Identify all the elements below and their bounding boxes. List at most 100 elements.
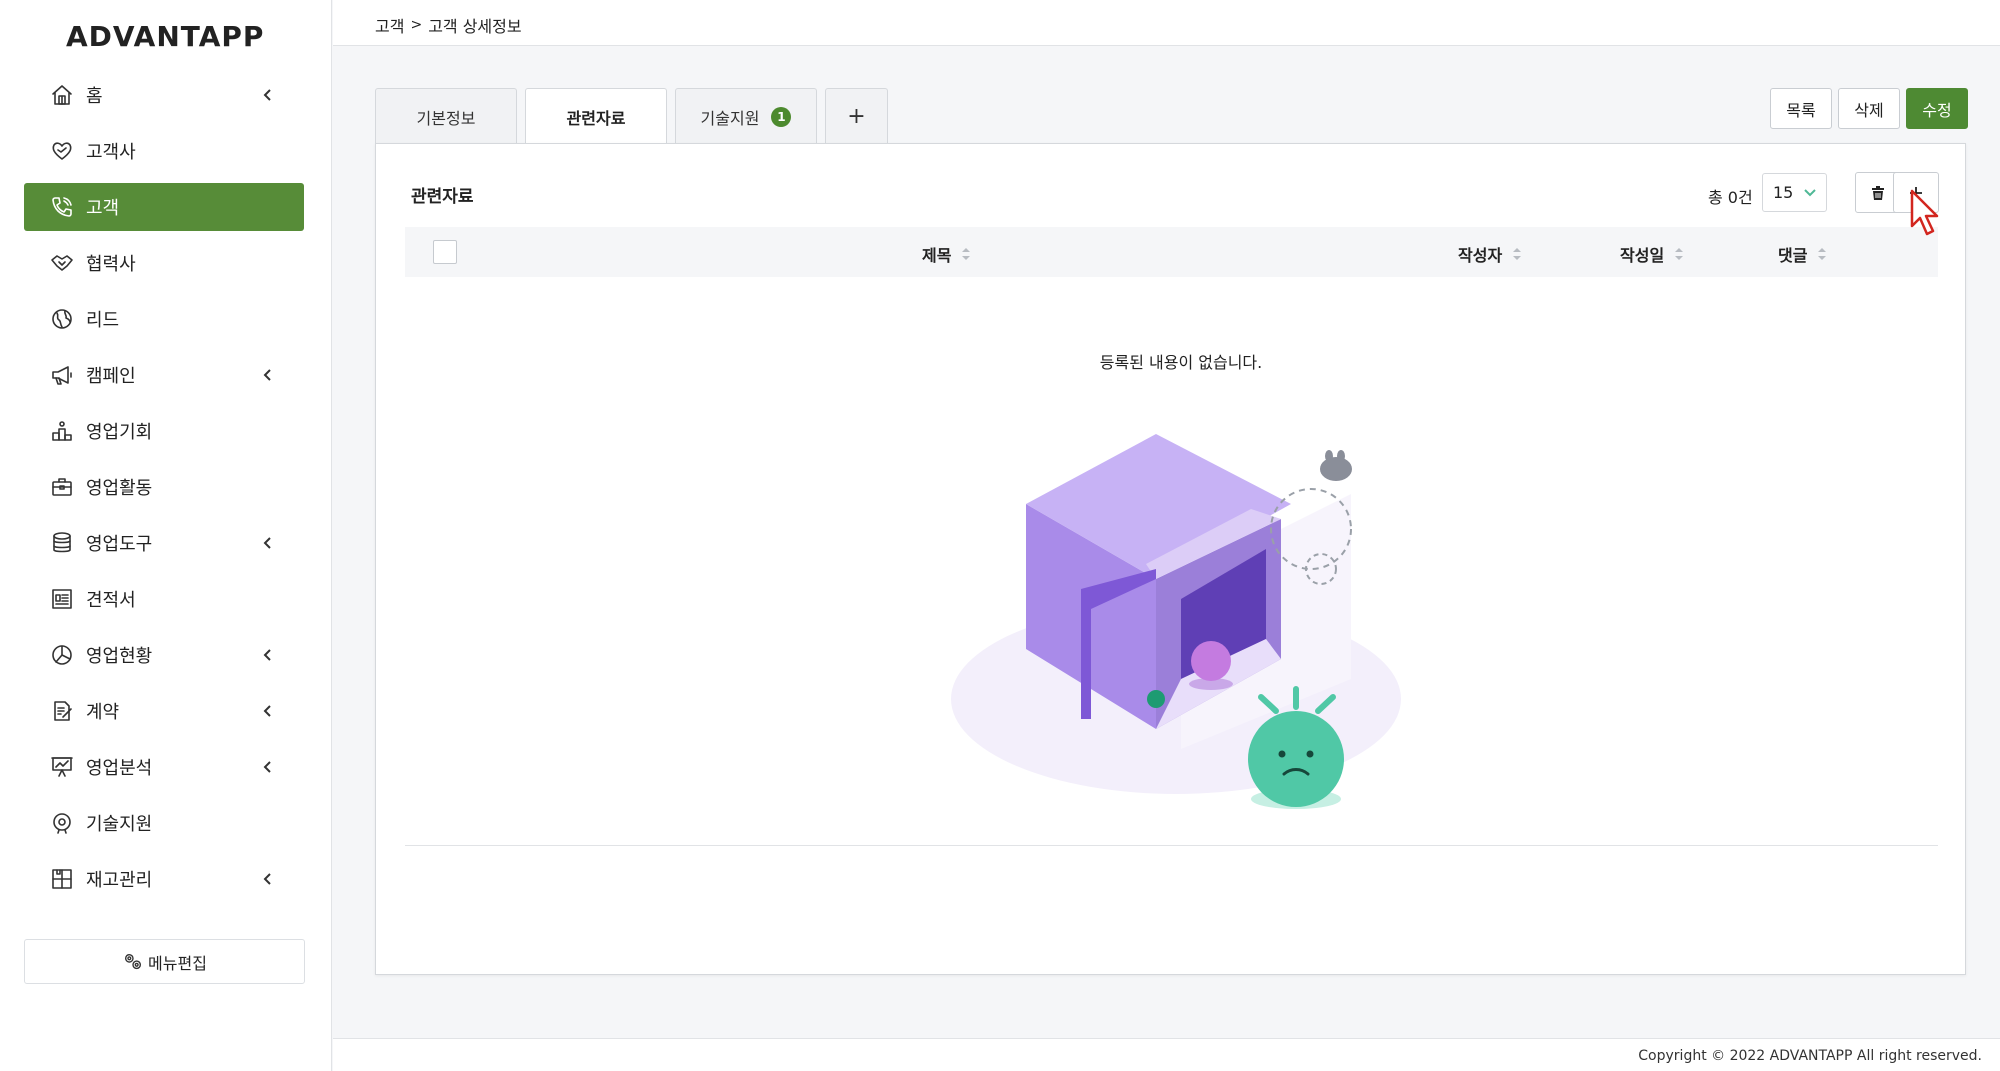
database-icon xyxy=(50,531,74,555)
delete-button[interactable]: 삭제 xyxy=(1838,88,1900,129)
home-icon xyxy=(50,83,74,107)
sidebar-item-sales-status[interactable]: 영업현황 xyxy=(24,631,304,679)
tab-related-data[interactable]: 관련자료 xyxy=(525,88,667,145)
logo[interactable]: ADVANTAPP xyxy=(0,20,332,56)
sidebar-item-label: 영업현황 xyxy=(86,646,153,667)
sidebar-item-sales-activity[interactable]: 영업활동 xyxy=(24,463,304,511)
sidebar-item-label: 기술지원 xyxy=(86,814,153,835)
chevron-left-icon[interactable] xyxy=(260,759,276,775)
sidebar-item-inventory[interactable]: 재고관리 xyxy=(24,855,304,903)
edit-button[interactable]: 수정 xyxy=(1906,88,1968,129)
add-tab-button[interactable]: + xyxy=(825,88,888,144)
chevron-left-icon[interactable] xyxy=(260,703,276,719)
chevron-right-icon: > xyxy=(410,17,423,33)
chevron-down-icon xyxy=(1804,189,1816,197)
sidebar-menu: 홈 고객사 고객 협력사 리드 캠페인 영업기회 영업활동 영업도구 견적서 영… xyxy=(24,71,304,911)
column-header-author[interactable]: 작성자 xyxy=(1458,242,1522,266)
breadcrumb: 고객 > 고객 상세정보 xyxy=(375,13,522,37)
sidebar-item-label: 영업기회 xyxy=(86,422,153,443)
chevron-left-icon[interactable] xyxy=(260,871,276,887)
sidebar-item-label: 영업도구 xyxy=(86,534,153,555)
chevron-left-icon[interactable] xyxy=(260,367,276,383)
sort-icon xyxy=(962,248,971,260)
chevron-left-icon[interactable] xyxy=(260,647,276,663)
sidebar-item-label: 영업활동 xyxy=(86,478,153,499)
sidebar-item-label: 계약 xyxy=(86,702,120,723)
briefcase-icon xyxy=(50,475,74,499)
top-header: 고객 > 고객 상세정보 xyxy=(333,0,2000,46)
support-icon xyxy=(50,811,74,835)
tab-tech-support[interactable]: 기술지원 1 xyxy=(675,88,817,144)
tab-bar: 기본정보 관련자료 기술지원 1 + xyxy=(375,88,896,145)
sidebar-item-tech-support[interactable]: 기술지원 xyxy=(24,799,304,847)
sidebar-item-customer[interactable]: 고객 xyxy=(24,183,304,231)
sidebar-item-label: 고객 xyxy=(86,198,120,219)
contract-icon xyxy=(50,699,74,723)
gears-icon xyxy=(125,953,142,969)
handshake-heart-icon xyxy=(50,139,74,163)
chevron-left-icon[interactable] xyxy=(260,535,276,551)
sidebar-item-label: 견적서 xyxy=(86,590,136,611)
menu-edit-label: 메뉴편집 xyxy=(148,953,207,973)
list-button[interactable]: 목록 xyxy=(1770,88,1832,129)
page-size-value: 15 xyxy=(1773,183,1794,202)
panel-title: 관련자료 xyxy=(411,187,474,207)
column-header-title[interactable]: 제목 xyxy=(922,242,971,266)
menu-edit-button[interactable]: 메뉴편집 xyxy=(24,939,305,984)
phone-icon xyxy=(50,195,74,219)
related-data-panel: 관련자료 총 0건 15 제목 작성자 작성일 댓글 등록된 내용이 없습니다. xyxy=(375,143,1966,975)
sidebar-item-partner[interactable]: 협력사 xyxy=(24,239,304,287)
footer: Copyright © 2022 ADVANTAPP All right res… xyxy=(333,1038,2000,1071)
logo-icon: ADVANTAPP xyxy=(66,20,264,52)
tab-label: 기술지원 xyxy=(700,108,760,128)
column-header-comment[interactable]: 댓글 xyxy=(1778,242,1827,266)
column-header-date[interactable]: 작성일 xyxy=(1620,242,1684,266)
tab-basic-info[interactable]: 기본정보 xyxy=(375,88,517,144)
sidebar-item-label: 협력사 xyxy=(86,254,136,275)
chevron-left-icon[interactable] xyxy=(260,87,276,103)
sidebar-item-label: 캠페인 xyxy=(86,366,136,387)
breadcrumb-item[interactable]: 고객 xyxy=(375,13,404,37)
sidebar-item-lead[interactable]: 리드 xyxy=(24,295,304,343)
svg-text:ADVANTAPP: ADVANTAPP xyxy=(66,20,264,52)
sidebar-item-campaign[interactable]: 캠페인 xyxy=(24,351,304,399)
inventory-icon xyxy=(50,867,74,891)
sidebar-item-label: 재고관리 xyxy=(86,870,153,891)
table-header: 제목 작성자 작성일 댓글 xyxy=(405,227,1938,277)
mouse-cursor-icon xyxy=(1910,189,1939,236)
sidebar-item-customer-company[interactable]: 고객사 xyxy=(24,127,304,175)
plus-icon: + xyxy=(847,104,866,129)
sidebar-item-sales-tools[interactable]: 영업도구 xyxy=(24,519,304,567)
column-label: 작성일 xyxy=(1620,246,1665,265)
tab-label: 기본정보 xyxy=(416,108,476,128)
page-size-select[interactable]: 15 xyxy=(1762,173,1827,212)
sort-icon xyxy=(1818,248,1827,260)
megaphone-icon xyxy=(50,363,74,387)
sidebar-item-contract[interactable]: 계약 xyxy=(24,687,304,735)
column-label: 작성자 xyxy=(1458,246,1503,265)
sidebar-item-label: 리드 xyxy=(86,310,120,331)
pie-chart-icon xyxy=(50,643,74,667)
sidebar-item-quotation[interactable]: 견적서 xyxy=(24,575,304,623)
handshake-icon xyxy=(50,251,74,275)
column-label: 제목 xyxy=(922,246,952,265)
total-count: 총 0건 xyxy=(1708,188,1753,207)
app: ADVANTAPP 홈 고객사 고객 협력사 리드 캠페인 영업기회 영업활동 … xyxy=(0,0,2000,1071)
sidebar: ADVANTAPP 홈 고객사 고객 협력사 리드 캠페인 영업기회 영업활동 … xyxy=(0,0,332,1071)
sidebar-item-label: 홈 xyxy=(86,86,103,107)
sidebar-item-sales-opportunity[interactable]: 영업기회 xyxy=(24,407,304,455)
select-all-checkbox[interactable] xyxy=(433,240,457,264)
trash-icon xyxy=(1871,185,1884,200)
invoice-icon xyxy=(50,587,74,611)
presentation-icon xyxy=(50,755,74,779)
sidebar-item-sales-analysis[interactable]: 영업분석 xyxy=(24,743,304,791)
globe-icon xyxy=(50,307,74,331)
sidebar-item-home[interactable]: 홈 xyxy=(24,71,304,119)
column-label: 댓글 xyxy=(1778,246,1808,265)
sort-icon xyxy=(1513,248,1522,260)
tab-label: 관련자료 xyxy=(566,109,626,128)
sidebar-item-label: 고객사 xyxy=(86,142,136,163)
sort-icon xyxy=(1675,248,1684,260)
podium-icon xyxy=(50,419,74,443)
table-bottom-divider xyxy=(405,845,1938,846)
